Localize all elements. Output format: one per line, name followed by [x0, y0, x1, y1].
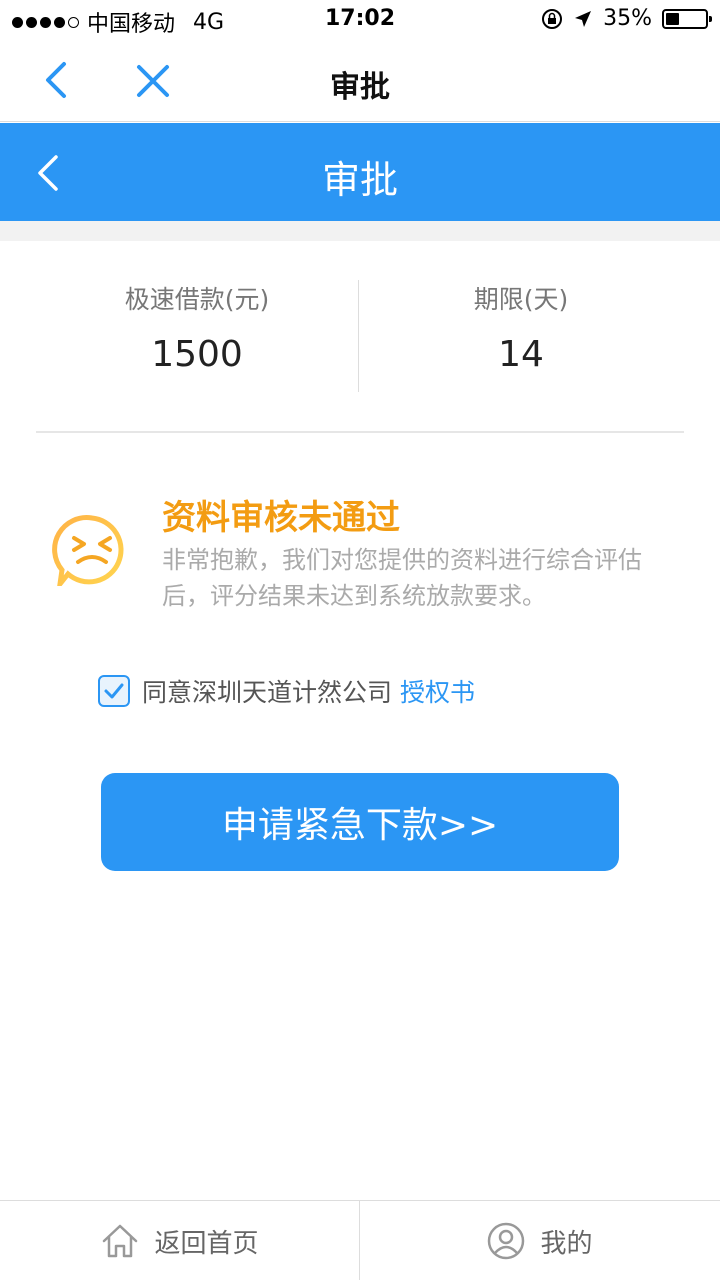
sad-face-icon: [52, 515, 124, 586]
result-title: 资料审核未通过: [162, 498, 400, 538]
status-right: 35%: [541, 6, 712, 31]
location-arrow-icon: [575, 10, 592, 27]
loan-amount-label: 极速借款(元): [124, 285, 270, 314]
bottom-tab-bar: 返回首页 我的: [0, 1200, 720, 1280]
section-separator: [0, 221, 720, 241]
loan-term-stat: 期限(天) 14: [342, 280, 700, 375]
status-bar: 中国移动 4G 17:02 35%: [0, 0, 720, 40]
apply-urgent-loan-button[interactable]: 申请紧急下款>>: [101, 773, 619, 871]
loan-amount-value: 1500: [151, 334, 243, 375]
agreement-row: 同意深圳天道计然公司 授权书: [98, 673, 475, 709]
tab-home-label: 返回首页: [154, 1228, 259, 1259]
agreement-checkbox[interactable]: [98, 675, 130, 707]
app-header: 审批: [0, 123, 720, 221]
page-title: 审批: [321, 158, 398, 202]
webview-nav-bar: 审批: [0, 40, 720, 122]
battery-icon: [662, 8, 712, 29]
user-icon: [488, 1222, 525, 1260]
loan-amount-stat: 极速借款(元) 1500: [18, 280, 376, 375]
tab-profile-label: 我的: [540, 1228, 593, 1259]
result-description: 非常抱歉，我们对您提供的资料进行综合评估后，评分结果未达到系统放款要求。: [162, 546, 642, 610]
orientation-lock-icon: [542, 8, 563, 29]
tab-profile[interactable]: 我的: [360, 1201, 719, 1280]
authorization-link[interactable]: 授权书: [400, 673, 475, 709]
checkmark-icon: [104, 683, 124, 699]
tab-home[interactable]: 返回首页: [0, 1201, 359, 1280]
battery-percent: 35%: [603, 6, 652, 31]
loan-term-value: 14: [498, 334, 544, 375]
home-icon: [103, 1224, 138, 1258]
webview-title: 审批: [330, 70, 390, 105]
agreement-text: 同意深圳天道计然公司: [142, 678, 393, 707]
divider: [36, 431, 684, 433]
loan-term-label: 期限(天): [473, 285, 569, 314]
